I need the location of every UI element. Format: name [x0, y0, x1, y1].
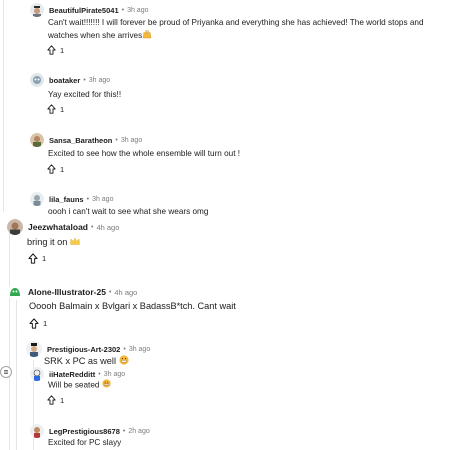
- comment-username[interactable]: Prestigious-Art-2302: [47, 345, 120, 354]
- comment-username[interactable]: LegPrestigious8678: [49, 427, 120, 436]
- avatar[interactable]: [7, 219, 23, 235]
- comment-timestamp[interactable]: 3h ago: [104, 371, 125, 378]
- avatar[interactable]: [30, 424, 44, 438]
- vote-count: 1: [60, 395, 65, 405]
- comment-text: Excited for PC slayy: [48, 438, 122, 447]
- upvote-button[interactable]: 1: [29, 318, 47, 329]
- vote-count: 1: [60, 45, 65, 55]
- comment-username[interactable]: lila_fauns: [49, 195, 84, 204]
- separator-dot: •: [98, 370, 101, 378]
- comment-body: Can't wait!!!!!!! I will forever be prou…: [48, 17, 443, 43]
- separator-dot: •: [122, 427, 126, 435]
- comment-text: Can't wait!!!!!!! I will forever be prou…: [48, 18, 424, 41]
- avatar[interactable]: [30, 73, 44, 87]
- comment-text: Excited to see how the whole ensemble wi…: [48, 149, 241, 158]
- upvote-arrow-icon: [47, 395, 56, 405]
- upvote-arrow-icon: [47, 164, 56, 174]
- comment-text: Will be seated: [48, 380, 100, 390]
- thread-line: [9, 228, 10, 450]
- avatar[interactable]: [30, 133, 44, 147]
- comment-body: bring it on: [27, 236, 80, 249]
- comment-timestamp[interactable]: 3h ago: [127, 7, 148, 14]
- thread-line: [3, 0, 4, 212]
- upvote-button[interactable]: 1: [28, 253, 46, 264]
- upvote-arrow-icon: [47, 45, 56, 55]
- upvote-arrow-icon: [29, 318, 39, 329]
- comment-timestamp[interactable]: 3h ago: [92, 196, 113, 203]
- upvote-button[interactable]: 1: [47, 395, 64, 405]
- vote-count: 1: [60, 104, 65, 114]
- collapse-thread-button[interactable]: [0, 366, 12, 378]
- comment-text: Yay excited for this!!: [48, 90, 122, 99]
- comment-username[interactable]: Alone-Illustrator-25: [28, 287, 106, 297]
- separator-dot: •: [108, 288, 112, 296]
- vote-count: 1: [60, 164, 65, 174]
- separator-dot: •: [121, 6, 125, 14]
- comment-timestamp[interactable]: 3h ago: [129, 346, 150, 353]
- comment-username[interactable]: BeautifulPirate5041: [49, 6, 119, 15]
- comment-username[interactable]: Sansa_Baratheon: [49, 136, 112, 145]
- avatar[interactable]: [7, 284, 23, 300]
- comment-text: Ooooh Balmain x Bvlgari x BadassB*tch. C…: [29, 301, 236, 311]
- separator-dot: •: [86, 195, 90, 203]
- comment-timestamp[interactable]: 4h ago: [114, 288, 137, 297]
- comment-body: Will be seated: [48, 379, 111, 392]
- comment-username[interactable]: boataker: [49, 76, 80, 85]
- comment-timestamp[interactable]: 4h ago: [96, 223, 119, 232]
- avatar[interactable]: [30, 3, 44, 17]
- vote-count: 1: [42, 254, 47, 263]
- comment-username[interactable]: iiHateRedditt: [49, 370, 95, 379]
- thread-line: [16, 300, 17, 450]
- crown-emoji-icon: [70, 237, 80, 249]
- separator-dot: •: [91, 223, 94, 231]
- separator-dot: •: [123, 345, 126, 353]
- grimace-emoji-icon: [102, 379, 111, 392]
- comment-text: bring it on: [27, 237, 68, 247]
- separator-dot: •: [115, 136, 118, 144]
- collapse-thread-icon: [4, 370, 8, 374]
- upvote-button[interactable]: 1: [47, 104, 64, 114]
- upvote-button[interactable]: 1: [47, 45, 64, 55]
- vote-count: 1: [43, 319, 48, 328]
- raised-hands-emoji-icon: [142, 29, 152, 43]
- avatar[interactable]: [30, 367, 44, 381]
- separator-dot: •: [83, 76, 86, 84]
- comment-timestamp[interactable]: 2h ago: [128, 428, 149, 435]
- comment-timestamp[interactable]: 3h ago: [121, 137, 142, 144]
- comment-text: oooh i can't wait to see what she wears …: [48, 207, 209, 216]
- comment-text: SRK x PC as well: [44, 356, 116, 366]
- avatar[interactable]: [26, 341, 42, 357]
- upvote-button[interactable]: 1: [47, 164, 64, 174]
- comment-username[interactable]: Jeezwhataload: [28, 222, 88, 232]
- upvote-arrow-icon: [28, 253, 38, 264]
- avatar[interactable]: [30, 192, 44, 206]
- comment-timestamp[interactable]: 3h ago: [89, 77, 110, 84]
- upvote-arrow-icon: [47, 104, 56, 114]
